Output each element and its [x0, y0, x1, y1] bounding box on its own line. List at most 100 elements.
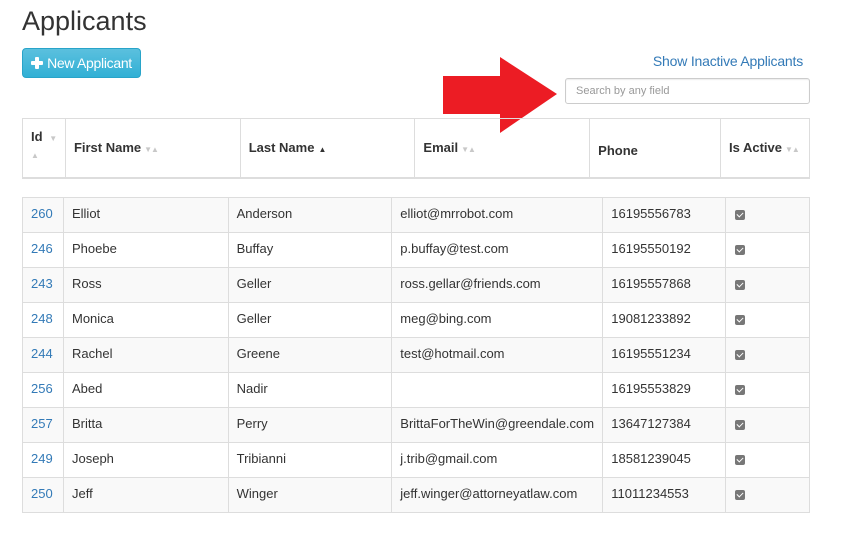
sort-ascending-icon: ▲: [318, 145, 327, 155]
cell-is-active: [725, 197, 810, 233]
cell-id: 256: [22, 372, 64, 408]
cell-phone: 16195557868: [602, 267, 727, 303]
table-row: 246 Phoebe Buffay p.buffay@test.com 16195550…: [22, 232, 810, 268]
applicant-id-link[interactable]: 250: [31, 486, 53, 501]
checked-checkbox-icon: [735, 385, 746, 395]
cell-phone: 11011234553: [602, 477, 727, 513]
column-header-email[interactable]: Email ▼▲: [414, 118, 591, 179]
cell-phone: 16195551234: [602, 337, 727, 373]
cell-last-name: Buffay: [227, 232, 393, 268]
cell-last-name: Geller: [227, 302, 393, 338]
cell-last-name: Greene: [227, 337, 393, 373]
applicant-id-link[interactable]: 246: [31, 241, 53, 256]
checked-checkbox-icon: [735, 210, 746, 220]
column-label-first-name: First Name: [73, 140, 142, 156]
show-inactive-applicants-link[interactable]: Show Inactive Applicants: [653, 53, 803, 69]
applicant-id-link[interactable]: 243: [31, 276, 53, 291]
cell-last-name: Anderson: [227, 197, 393, 233]
sort-icon: ▼▲: [785, 145, 800, 155]
table-row: 260 Elliot Anderson elliot@mrrobot.com 16195…: [22, 197, 810, 233]
sort-down-icon: ▼: [49, 134, 57, 143]
cell-email: p.buffay@test.com: [391, 232, 604, 268]
column-label-email: Email: [423, 140, 459, 156]
cell-first-name: Joseph: [62, 442, 229, 478]
cell-first-name: Jeff: [62, 477, 229, 513]
cell-first-name: Monica: [62, 302, 229, 338]
cell-id: 243: [22, 267, 64, 303]
applicant-id-link[interactable]: 244: [31, 346, 53, 361]
cell-id: 260: [22, 197, 64, 233]
column-label-phone: Phone: [598, 143, 638, 159]
checked-checkbox-icon: [735, 280, 746, 290]
checked-checkbox-icon: [735, 245, 746, 255]
table-row: 249 Joseph Tribianni j.trib@gmail.com 185812…: [22, 442, 810, 478]
sort-icon: ▼▲: [144, 145, 159, 155]
cell-is-active: [725, 477, 810, 513]
checked-checkbox-icon: [735, 420, 746, 430]
table-row: 257 Britta Perry BrittaForTheWin@greendale.…: [22, 407, 810, 443]
cell-phone: 18581239045: [602, 442, 727, 478]
applicant-id-link[interactable]: 260: [31, 206, 53, 221]
cell-id: 246: [22, 232, 64, 268]
cell-first-name: Abed: [62, 372, 229, 408]
checked-checkbox-icon: [735, 455, 746, 465]
cell-email: j.trib@gmail.com: [391, 442, 604, 478]
table-row: 256 Abed Nadir 16195553829: [22, 372, 810, 408]
column-label-id: Id: [31, 129, 43, 144]
cell-email: jeff.winger@attorneyatlaw.com: [391, 477, 604, 513]
column-header-is-active[interactable]: Is Active ▼▲: [720, 118, 810, 179]
cell-first-name: Britta: [62, 407, 229, 443]
cell-last-name: Tribianni: [227, 442, 393, 478]
checked-checkbox-icon: [735, 315, 746, 325]
cell-email: [391, 372, 604, 408]
applicant-id-link[interactable]: 249: [31, 451, 53, 466]
cell-phone: 16195550192: [602, 232, 727, 268]
cell-is-active: [725, 302, 810, 338]
cell-phone: 19081233892: [602, 302, 727, 338]
column-label-is-active: Is Active: [729, 140, 782, 156]
sort-up-icon: ▲: [31, 151, 39, 160]
table-row: 250 Jeff Winger jeff.winger@attorneyatlaw.c…: [22, 477, 810, 513]
column-header-phone: Phone: [589, 118, 721, 179]
cell-is-active: [725, 407, 810, 443]
cell-first-name: Elliot: [62, 197, 229, 233]
plus-icon: [31, 57, 44, 69]
table-row: 243 Ross Geller ross.gellar@friends.com 1619…: [22, 267, 810, 303]
cell-is-active: [725, 372, 810, 408]
cell-phone: 16195556783: [602, 197, 727, 233]
cell-last-name: Winger: [227, 477, 393, 513]
cell-id: 249: [22, 442, 64, 478]
cell-email: BrittaForTheWin@greendale.com: [391, 407, 604, 443]
cell-first-name: Rachel: [62, 337, 229, 373]
table-row: 244 Rachel Greene test@hotmail.com 161955512…: [22, 337, 810, 373]
cell-phone: 16195553829: [602, 372, 727, 408]
cell-id: 257: [22, 407, 64, 443]
search-input[interactable]: [565, 78, 810, 104]
table-row: 248 Monica Geller meg@bing.com 19081233892: [22, 302, 810, 338]
cell-email: test@hotmail.com: [391, 337, 604, 373]
column-label-last-name: Last Name: [248, 140, 315, 156]
cell-phone: 13647127384: [602, 407, 727, 443]
cell-id: 250: [22, 477, 64, 513]
applicant-id-link[interactable]: 257: [31, 416, 53, 431]
column-header-first-name[interactable]: First Name ▼▲: [64, 118, 241, 179]
column-header-last-name[interactable]: Last Name ▲: [239, 118, 416, 179]
cell-is-active: [725, 442, 810, 478]
new-applicant-button[interactable]: New Applicant: [22, 48, 141, 78]
applicants-table: 260 Elliot Anderson elliot@mrrobot.com 16195…: [22, 197, 810, 513]
checked-checkbox-icon: [735, 350, 746, 360]
cell-email: meg@bing.com: [391, 302, 604, 338]
cell-last-name: Geller: [227, 267, 393, 303]
cell-last-name: Nadir: [227, 372, 393, 408]
cell-is-active: [725, 337, 810, 373]
applicant-id-link[interactable]: 256: [31, 381, 53, 396]
cell-is-active: [725, 267, 810, 303]
cell-is-active: [725, 232, 810, 268]
column-header-id[interactable]: Id ▼ ▲: [22, 118, 66, 179]
cell-email: ross.gellar@friends.com: [391, 267, 604, 303]
sort-icon: ▼▲: [461, 145, 476, 155]
applicant-id-link[interactable]: 248: [31, 311, 53, 326]
cell-email: elliot@mrrobot.com: [391, 197, 604, 233]
page-title: Applicants: [22, 6, 147, 36]
cell-first-name: Ross: [62, 267, 229, 303]
